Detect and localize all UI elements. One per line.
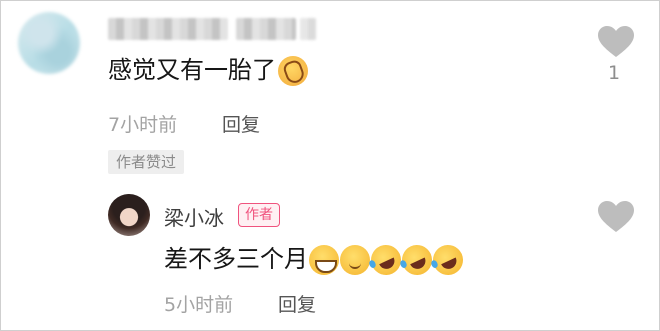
reply-username[interactable]: 梁小冰: [164, 202, 224, 231]
comment-body: 感觉又有一胎了: [108, 56, 276, 84]
reply-button[interactable]: 回复: [222, 110, 260, 137]
heart-icon: [598, 201, 634, 232]
avatar[interactable]: [18, 12, 80, 74]
username-blurred: [300, 18, 316, 40]
reply-time: 5小时前: [164, 294, 234, 316]
like-count: 1: [608, 62, 621, 84]
reply-text: 差不多三个月: [164, 240, 468, 280]
comment-thread: [0, 0, 660, 331]
smirking-face-icon: [340, 245, 370, 275]
comment-text: 感觉又有一胎了: [108, 54, 308, 86]
grinning-face-icon: [309, 245, 339, 275]
username-blurred[interactable]: [108, 18, 228, 40]
author-badge: 作者: [238, 203, 280, 227]
reply-button[interactable]: 回复: [278, 290, 316, 317]
comment-time: 7小时前: [108, 114, 178, 136]
like-button[interactable]: [598, 201, 634, 233]
heart-icon: [598, 26, 634, 57]
rolling-laughing-icon: [428, 240, 468, 280]
avatar[interactable]: [108, 194, 150, 236]
username-blurred: [236, 18, 296, 40]
clapping-hands-icon: [278, 56, 308, 86]
like-button[interactable]: [598, 26, 634, 58]
author-liked-tag: 作者赞过: [108, 150, 185, 174]
reply-body: 差不多三个月: [164, 245, 308, 273]
